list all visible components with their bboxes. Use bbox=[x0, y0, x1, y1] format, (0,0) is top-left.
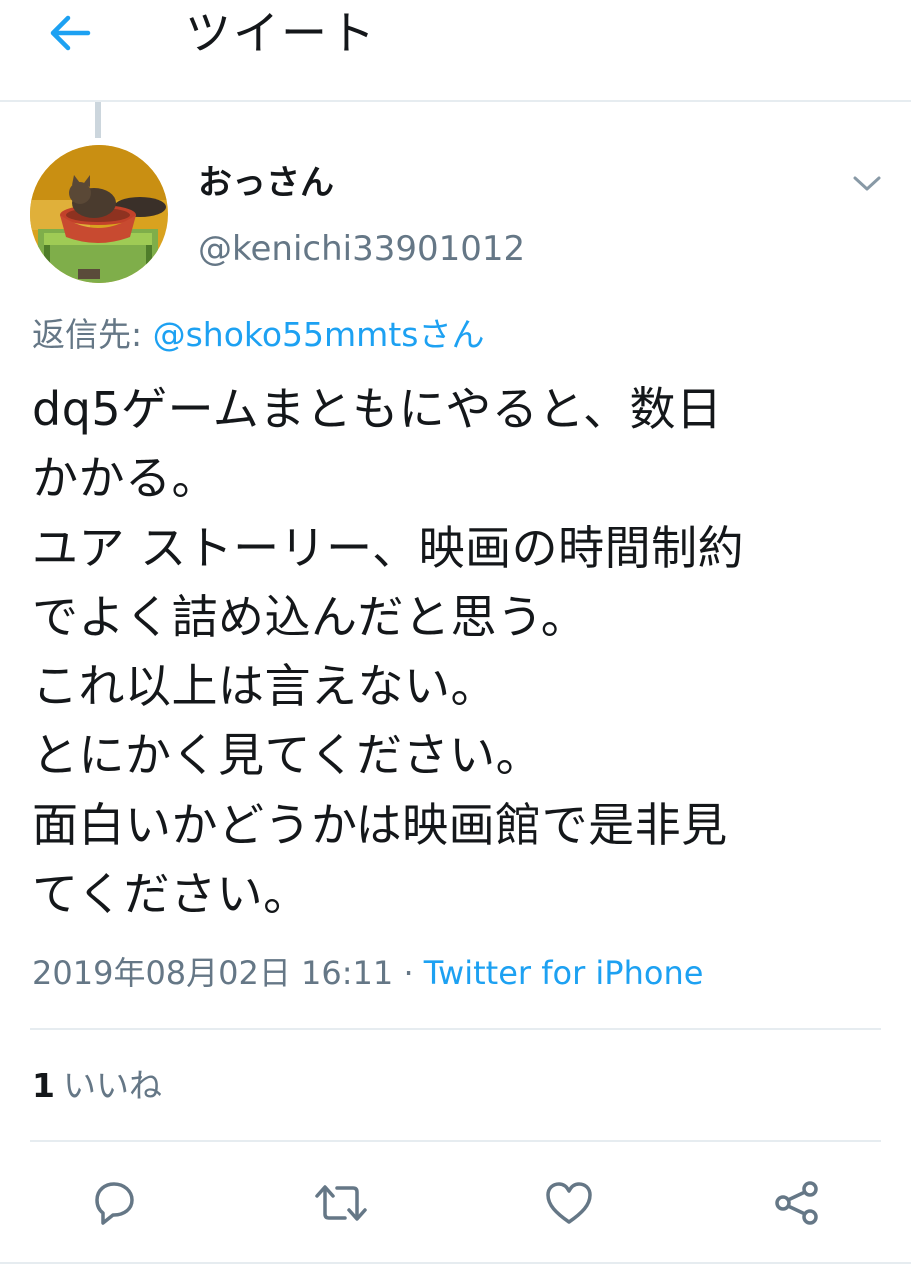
divider bbox=[30, 1028, 881, 1030]
timestamp: 2019年08月02日 16:11 bbox=[32, 954, 394, 992]
author-name[interactable]: おっさん bbox=[198, 160, 334, 206]
heart-icon bbox=[546, 1182, 592, 1224]
mention-handle: @shoko55mmts bbox=[152, 315, 419, 354]
avatar[interactable] bbox=[30, 145, 168, 283]
likes-label: いいね bbox=[62, 1066, 162, 1105]
tweet-meta: 2019年08月02日 16:11 · Twitter for iPhone bbox=[32, 950, 703, 996]
likes-count: 1 bbox=[32, 1066, 55, 1105]
tweet-detail-screen: ツイート おっさん @kenichi33901012 返信先: @shoko55… bbox=[0, 0, 911, 1280]
back-button[interactable] bbox=[38, 8, 102, 58]
chevron-down-icon bbox=[853, 176, 881, 191]
cat-in-basket-avatar bbox=[30, 145, 168, 283]
meta-separator: · bbox=[393, 954, 424, 992]
retweet-button[interactable] bbox=[313, 1175, 369, 1231]
reply-context: 返信先: @shoko55mmtsさん bbox=[32, 312, 484, 358]
share-button[interactable] bbox=[769, 1175, 825, 1231]
reply-button[interactable] bbox=[86, 1175, 142, 1231]
divider bbox=[30, 1140, 881, 1142]
page-title: ツイート bbox=[185, 6, 377, 60]
author-handle[interactable]: @kenichi33901012 bbox=[198, 226, 525, 272]
mention-suffix: さん bbox=[418, 315, 485, 354]
reply-icon bbox=[95, 1182, 134, 1225]
thread-connector bbox=[95, 102, 101, 138]
arrow-left-icon bbox=[50, 15, 91, 51]
share-icon bbox=[775, 1181, 818, 1225]
like-button[interactable] bbox=[541, 1175, 597, 1231]
reply-mention-link[interactable]: @shoko55mmtsさん bbox=[153, 315, 485, 354]
divider bbox=[0, 1262, 911, 1264]
likes-count-button[interactable]: 1 いいね bbox=[32, 1063, 162, 1109]
top-bar: ツイート bbox=[0, 0, 911, 102]
more-options-button[interactable] bbox=[845, 166, 889, 202]
source-link[interactable]: Twitter for iPhone bbox=[424, 954, 704, 992]
reply-prefix: 返信先: bbox=[32, 315, 153, 354]
tweet-text: dq5ゲームまともにやると、数日 かかる。 ユア ストーリー、映画の時間制約 で… bbox=[32, 382, 745, 922]
retweet-icon bbox=[315, 1185, 367, 1221]
